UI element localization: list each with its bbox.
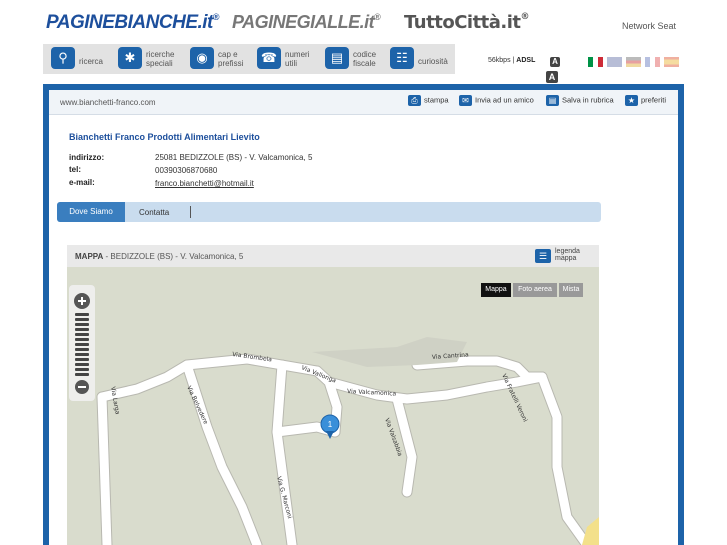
map-mode-foto-button[interactable]: Foto aerea [513,283,557,297]
phone-icon: ☎ [257,47,281,69]
search-icon: ⚲ [51,47,75,69]
font-size-small-button[interactable]: A [550,57,560,67]
toolbar-label: codice fiscale [353,50,377,68]
toolbar-item-codice-fiscale[interactable]: ▤ codice fiscale [325,46,389,72]
site-url[interactable]: www.bianchetti-franco.com [60,98,156,107]
road-label-valcamonica: Via Valcamonica [347,388,397,398]
toolbar-label: curiosità [418,57,448,66]
tab-divider [190,206,191,218]
map-title: MAPPA - BEDIZZOLE (BS) - V. Valcamonica,… [75,252,243,261]
toolbar-item-numeri-utili[interactable]: ☎ numeri utili [257,46,319,72]
paginegialle-logo[interactable]: PAGINEGIALLE.it® [232,12,381,33]
map-view[interactable]: Via Brombela Via Cantrina Via Vallonga V… [67,267,599,545]
panel-content: www.bianchetti-franco.com ⎙ stampa ✉ Invia… [49,90,678,545]
tuttocitta-logo-text: TuttoCittà.it [404,12,521,33]
marker-number: 1 [328,420,333,429]
font-size-large-button[interactable]: A [546,71,558,83]
tel-value: 00390306870680 [155,166,218,175]
map-title-address: - BEDIZZOLE (BS) - V. Valcamonica, 5 [103,252,244,261]
tel-label: tel: [69,165,81,174]
favorites-action[interactable]: ★ preferiti [625,95,666,109]
star-icon: ★ [625,95,638,106]
flag-english-icon[interactable] [607,57,622,67]
print-icon: ⎙ [408,95,421,106]
paginebianche-logo[interactable]: PAGINEBIANCHE.it® [46,12,220,34]
tab-dove-siamo[interactable]: Dove Siamo [57,202,125,222]
tuttocitta-logo[interactable]: TuttoCittà.it® [404,12,530,33]
business-name: Bianchetti Franco Prodotti Alimentari Li… [69,132,260,142]
speed-56kbps[interactable]: 56kbps [488,57,511,64]
tab-contatta[interactable]: Contatta [139,208,169,217]
folder-icon: ▤ [546,95,559,106]
map-mode-mappa-button[interactable]: Mappa [481,283,511,297]
tab-bar: Dove Siamo Contatta [57,202,601,222]
save-contact-label: Salva in rubrica [562,95,614,105]
flag-italian-icon[interactable] [588,57,603,67]
paginebianche-logo-text: PAGINEBIANCHE.it [46,12,213,33]
map-title-bold: MAPPA [75,252,104,261]
email-link[interactable]: franco.bianchetti@hotmail.it [155,179,254,188]
card-icon: ▤ [325,47,349,69]
toolbar-item-curiosita[interactable]: ☷ curiosità [390,46,452,72]
send-friend-action[interactable]: ✉ Invia ad un amico [459,95,534,109]
zoom-control[interactable] [69,285,95,401]
paginegialle-logo-text: PAGINEGIALLE.it [232,12,375,32]
toolbar-label: numeri utili [285,50,310,68]
connection-speed: 56kbps | ADSL [488,57,536,64]
save-contact-action[interactable]: ▤ Salva in rubrica [546,95,614,109]
legend-label: legenda mappa [555,248,580,262]
flag-spanish-icon[interactable] [664,57,679,67]
print-label: stampa [424,95,449,105]
globe-icon: ◉ [190,47,214,69]
favorites-label: preferiti [641,95,667,105]
toolbar-label: ricerca [79,57,104,66]
email-label: e-mail: [69,178,95,187]
send-friend-label: Invia ad un amico [475,95,534,105]
book-icon: ☷ [390,47,414,69]
toolbar-item-cap-prefissi[interactable]: ◉ cap e prefissi [190,46,250,72]
mail-icon: ✉ [459,95,472,106]
puzzle-icon: ✱ [118,47,142,69]
toolbar-label: cap e prefissi [218,50,244,68]
map-header: MAPPA - BEDIZZOLE (BS) - V. Valcamonica,… [67,245,599,267]
main-panel: www.bianchetti-franco.com ⎙ stampa ✉ Invia… [43,84,684,545]
map-mode-mista-button[interactable]: Mista [559,283,583,297]
toolbar-label: ricerche speciali [146,50,175,68]
address-bar: www.bianchetti-franco.com ⎙ stampa ✉ Invia… [49,90,678,115]
print-action[interactable]: ⎙ stampa [408,95,449,109]
toolbar: ⚲ ricerca ✱ ricerche speciali ◉ cap e pr… [43,44,455,74]
network-link[interactable]: Network Seat [622,21,676,31]
toolbar-item-ricerche-speciali[interactable]: ✱ ricerche speciali [118,46,184,72]
toolbar-item-ricerca[interactable]: ⚲ ricerca [51,46,113,72]
header: PAGINEBIANCHE.it® PAGINEGIALLE.it® Tutto… [0,0,727,42]
flag-german-icon[interactable] [626,57,641,67]
address-label: indirizzo: [69,153,105,162]
map-canvas[interactable]: Via Brombela Via Cantrina Via Vallonga V… [67,267,599,545]
flag-french-icon[interactable] [645,57,660,67]
speed-adsl[interactable]: ADSL [516,57,535,64]
map-legend-button[interactable]: ☰ legenda mappa [535,248,599,266]
address-value: 25081 BEDIZZOLE (BS) - V. Valcamonica, 5 [155,153,313,162]
legend-icon: ☰ [535,249,551,263]
